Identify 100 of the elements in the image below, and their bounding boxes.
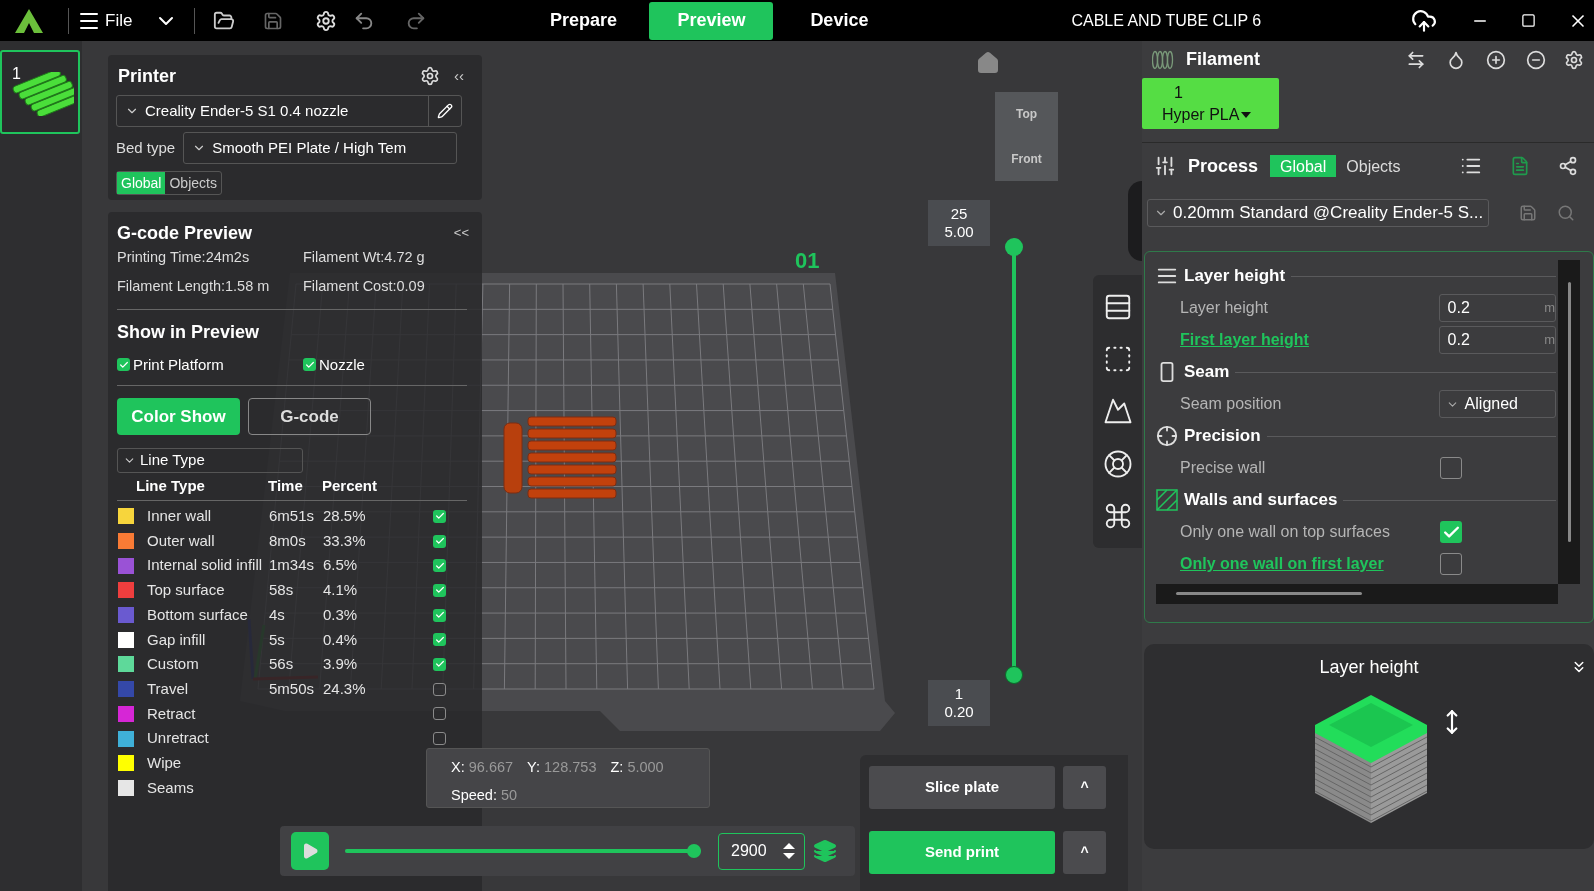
hatched-square-icon [1156, 489, 1178, 511]
scope-tab[interactable]: Objects [1336, 155, 1411, 177]
view-type-select[interactable]: Line Type [117, 448, 303, 473]
panel-title: Printer [118, 64, 177, 88]
checkbox[interactable] [303, 358, 316, 372]
checkbox[interactable] [1440, 457, 1462, 479]
filament-slot[interactable]: 1 Hyper PLA [1142, 78, 1279, 129]
add-icon[interactable] [1486, 49, 1506, 70]
layer-label: 1 0.20 [928, 680, 990, 726]
line-percent: 3.9% [323, 655, 358, 673]
maximize-icon[interactable] [1521, 13, 1537, 28]
checkbox[interactable] [1440, 553, 1462, 575]
checkbox[interactable] [433, 657, 446, 671]
settings-icon[interactable] [315, 9, 338, 32]
line-percent: 28.5% [323, 507, 366, 525]
mode-tab[interactable]: Prepare [521, 1, 646, 40]
line-time: 58s [269, 581, 294, 599]
checkbox[interactable] [117, 358, 130, 372]
line-percent: 33.3% [323, 531, 366, 549]
remove-icon[interactable] [1526, 49, 1546, 70]
line-time: 8m0s [269, 531, 306, 549]
save-icon[interactable] [1519, 204, 1537, 222]
home-icon[interactable] [976, 51, 1000, 75]
mode-tab[interactable]: Device [777, 1, 902, 40]
checkbox-label: Print Platform [133, 354, 224, 375]
arrows-icon[interactable] [1406, 49, 1426, 70]
number-field[interactable]: 0.2 m [1438, 326, 1556, 354]
line-type-name: Wipe [147, 752, 183, 773]
checkbox[interactable] [433, 509, 446, 523]
collapse-button[interactable]: ‹‹ [454, 64, 464, 88]
sidebar-toggle[interactable] [1128, 181, 1142, 261]
line-type-name: Top surface [147, 580, 226, 601]
print-stat: Filament Cost:0.09 [303, 276, 426, 296]
scope-tab[interactable]: Objects [165, 172, 221, 194]
setting-label[interactable]: First layer height [1180, 328, 1439, 352]
number-field[interactable]: 0.2 m [1438, 294, 1556, 322]
project-title: CABLE AND TUBE CLIP 6 [1071, 10, 1262, 31]
lifebuoy-icon[interactable] [1102, 448, 1133, 479]
caret-icon [1241, 112, 1252, 118]
view-mode-button[interactable]: G-code [248, 398, 371, 435]
crosshair-icon [1156, 425, 1178, 447]
line-percent: 0.3% [323, 605, 358, 623]
search-icon[interactable] [1557, 204, 1575, 222]
select-field[interactable]: Aligned [1438, 390, 1556, 418]
checkbox[interactable] [433, 682, 446, 696]
preset-select[interactable]: 0.20mm Standard @Creality Ender-5 S... [1147, 199, 1489, 227]
print-stat: Printing Time:24m2s [117, 248, 251, 267]
view-cube[interactable]: Top Front [995, 92, 1058, 181]
plate-thumbnail[interactable]: 1 [0, 50, 80, 134]
checkbox[interactable] [433, 559, 446, 573]
line-time: 56s [269, 655, 294, 673]
scrollbar[interactable] [1156, 584, 1558, 604]
bed-type-select[interactable]: Smooth PEI Plate / High Tem [183, 132, 458, 164]
slider-handle[interactable] [1005, 666, 1023, 684]
save-icon[interactable] [263, 10, 284, 31]
spool-icon [1152, 49, 1174, 70]
line-percent: 24.3% [323, 679, 366, 697]
line-time: 6m51s [269, 507, 315, 525]
settings-icon[interactable] [1564, 49, 1584, 70]
checkbox[interactable] [433, 583, 446, 597]
settings-icon[interactable] [420, 66, 440, 86]
move-slider[interactable] [345, 844, 701, 858]
printer-select[interactable]: Creality Ender-5 S1 0.4 nozzle [116, 95, 462, 127]
line-percent: 4.1% [323, 581, 358, 599]
line-type-name: Travel [147, 678, 190, 699]
checkbox[interactable] [433, 707, 446, 721]
folder-icon[interactable] [213, 9, 236, 32]
action-button[interactable]: Slice plate [869, 766, 1055, 809]
line-type-name: Bottom surface [147, 604, 249, 625]
collapse-button[interactable]: << [453, 223, 469, 243]
file-menu[interactable]: File [77, 7, 133, 34]
document-icon[interactable] [1510, 156, 1530, 176]
checkbox[interactable] [1440, 521, 1462, 543]
move-spinbox[interactable]: 2900 [718, 832, 805, 870]
edit-icon[interactable] [437, 103, 453, 119]
setting-label[interactable]: Only one wall on first layer [1180, 552, 1440, 576]
cloud-upload-icon[interactable] [1411, 7, 1438, 34]
slider-handle[interactable] [687, 844, 701, 858]
checkbox[interactable] [433, 534, 446, 548]
share-icon[interactable] [1558, 156, 1578, 176]
plate-number: 1 [12, 64, 21, 84]
layers-icon[interactable] [813, 839, 837, 863]
scrollbar[interactable] [1558, 260, 1580, 584]
column-header: Percent [322, 475, 378, 496]
logo-icon [14, 7, 44, 34]
line-type-name: Unretract [147, 728, 210, 749]
more-button[interactable]: ^ [1063, 831, 1106, 874]
line-percent: 0.4% [323, 630, 358, 648]
setting-label: Precise wall [1180, 458, 1267, 478]
section-title: Show in Preview [117, 320, 261, 344]
line-time: 5m50s [269, 679, 315, 697]
droplet-icon[interactable] [1446, 49, 1466, 70]
more-button[interactable]: ^ [1063, 766, 1106, 809]
checkbox[interactable] [433, 608, 446, 622]
setting-label: Only one wall on top surfaces [1180, 522, 1391, 542]
slider-handle[interactable] [1005, 238, 1023, 256]
checkbox[interactable] [433, 732, 446, 746]
checkbox[interactable] [433, 633, 446, 647]
column-header: Line Type [136, 475, 206, 496]
panel-title: G-code Preview [117, 221, 253, 245]
